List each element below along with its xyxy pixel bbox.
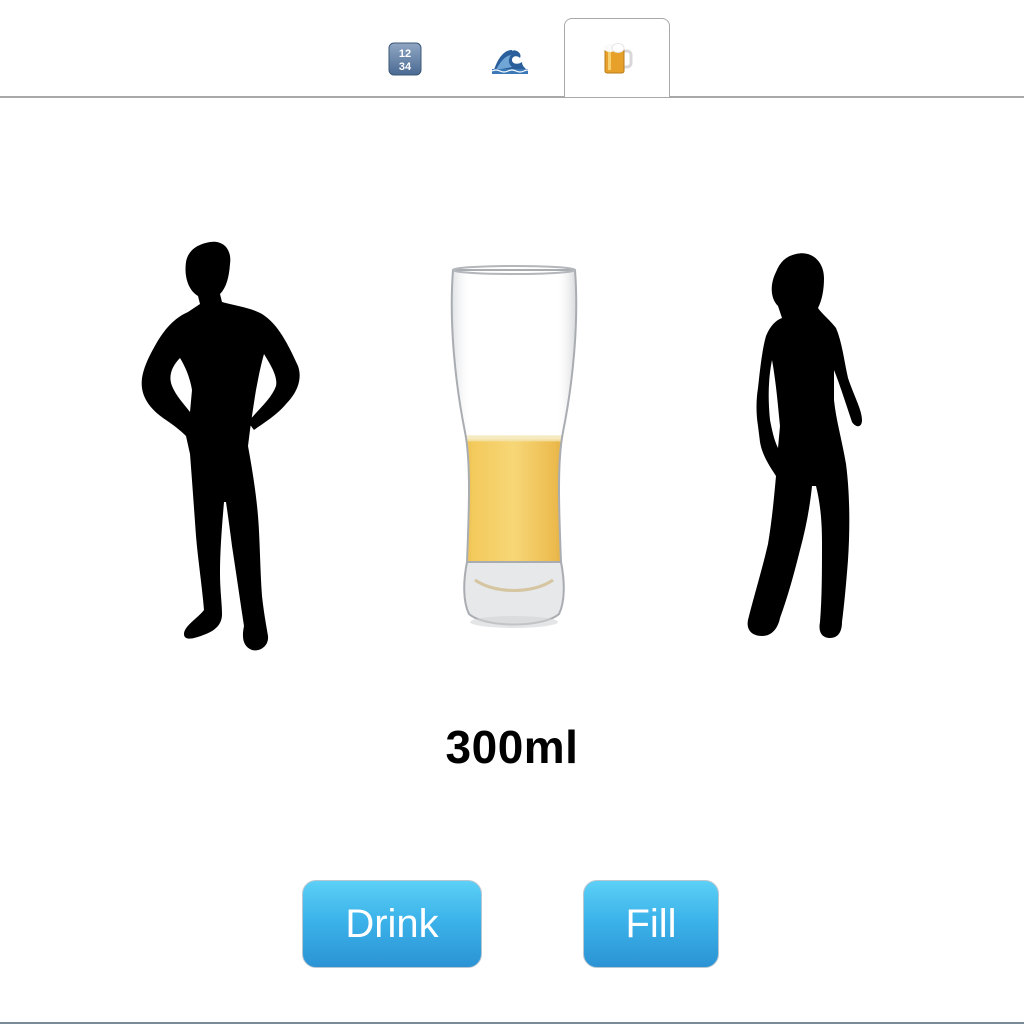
drink-button[interactable]: Drink [302, 880, 482, 968]
man-silhouette [141, 241, 300, 651]
volume-label: 300ml [445, 721, 579, 773]
beer-glass [450, 265, 578, 628]
beer-mug-icon [604, 43, 633, 74]
numbers-icon: 12 34 [388, 42, 422, 76]
wave-icon [492, 48, 528, 74]
tab-numbers[interactable]: 12 34 [353, 20, 457, 98]
woman-silhouette [747, 253, 862, 639]
tab-bar: 12 34 [0, 0, 1024, 98]
tab-beer[interactable] [564, 18, 670, 97]
svg-text:12: 12 [399, 48, 411, 60]
tab-wave[interactable] [458, 20, 562, 98]
fill-button[interactable]: Fill [583, 880, 719, 968]
svg-text:34: 34 [399, 61, 412, 73]
